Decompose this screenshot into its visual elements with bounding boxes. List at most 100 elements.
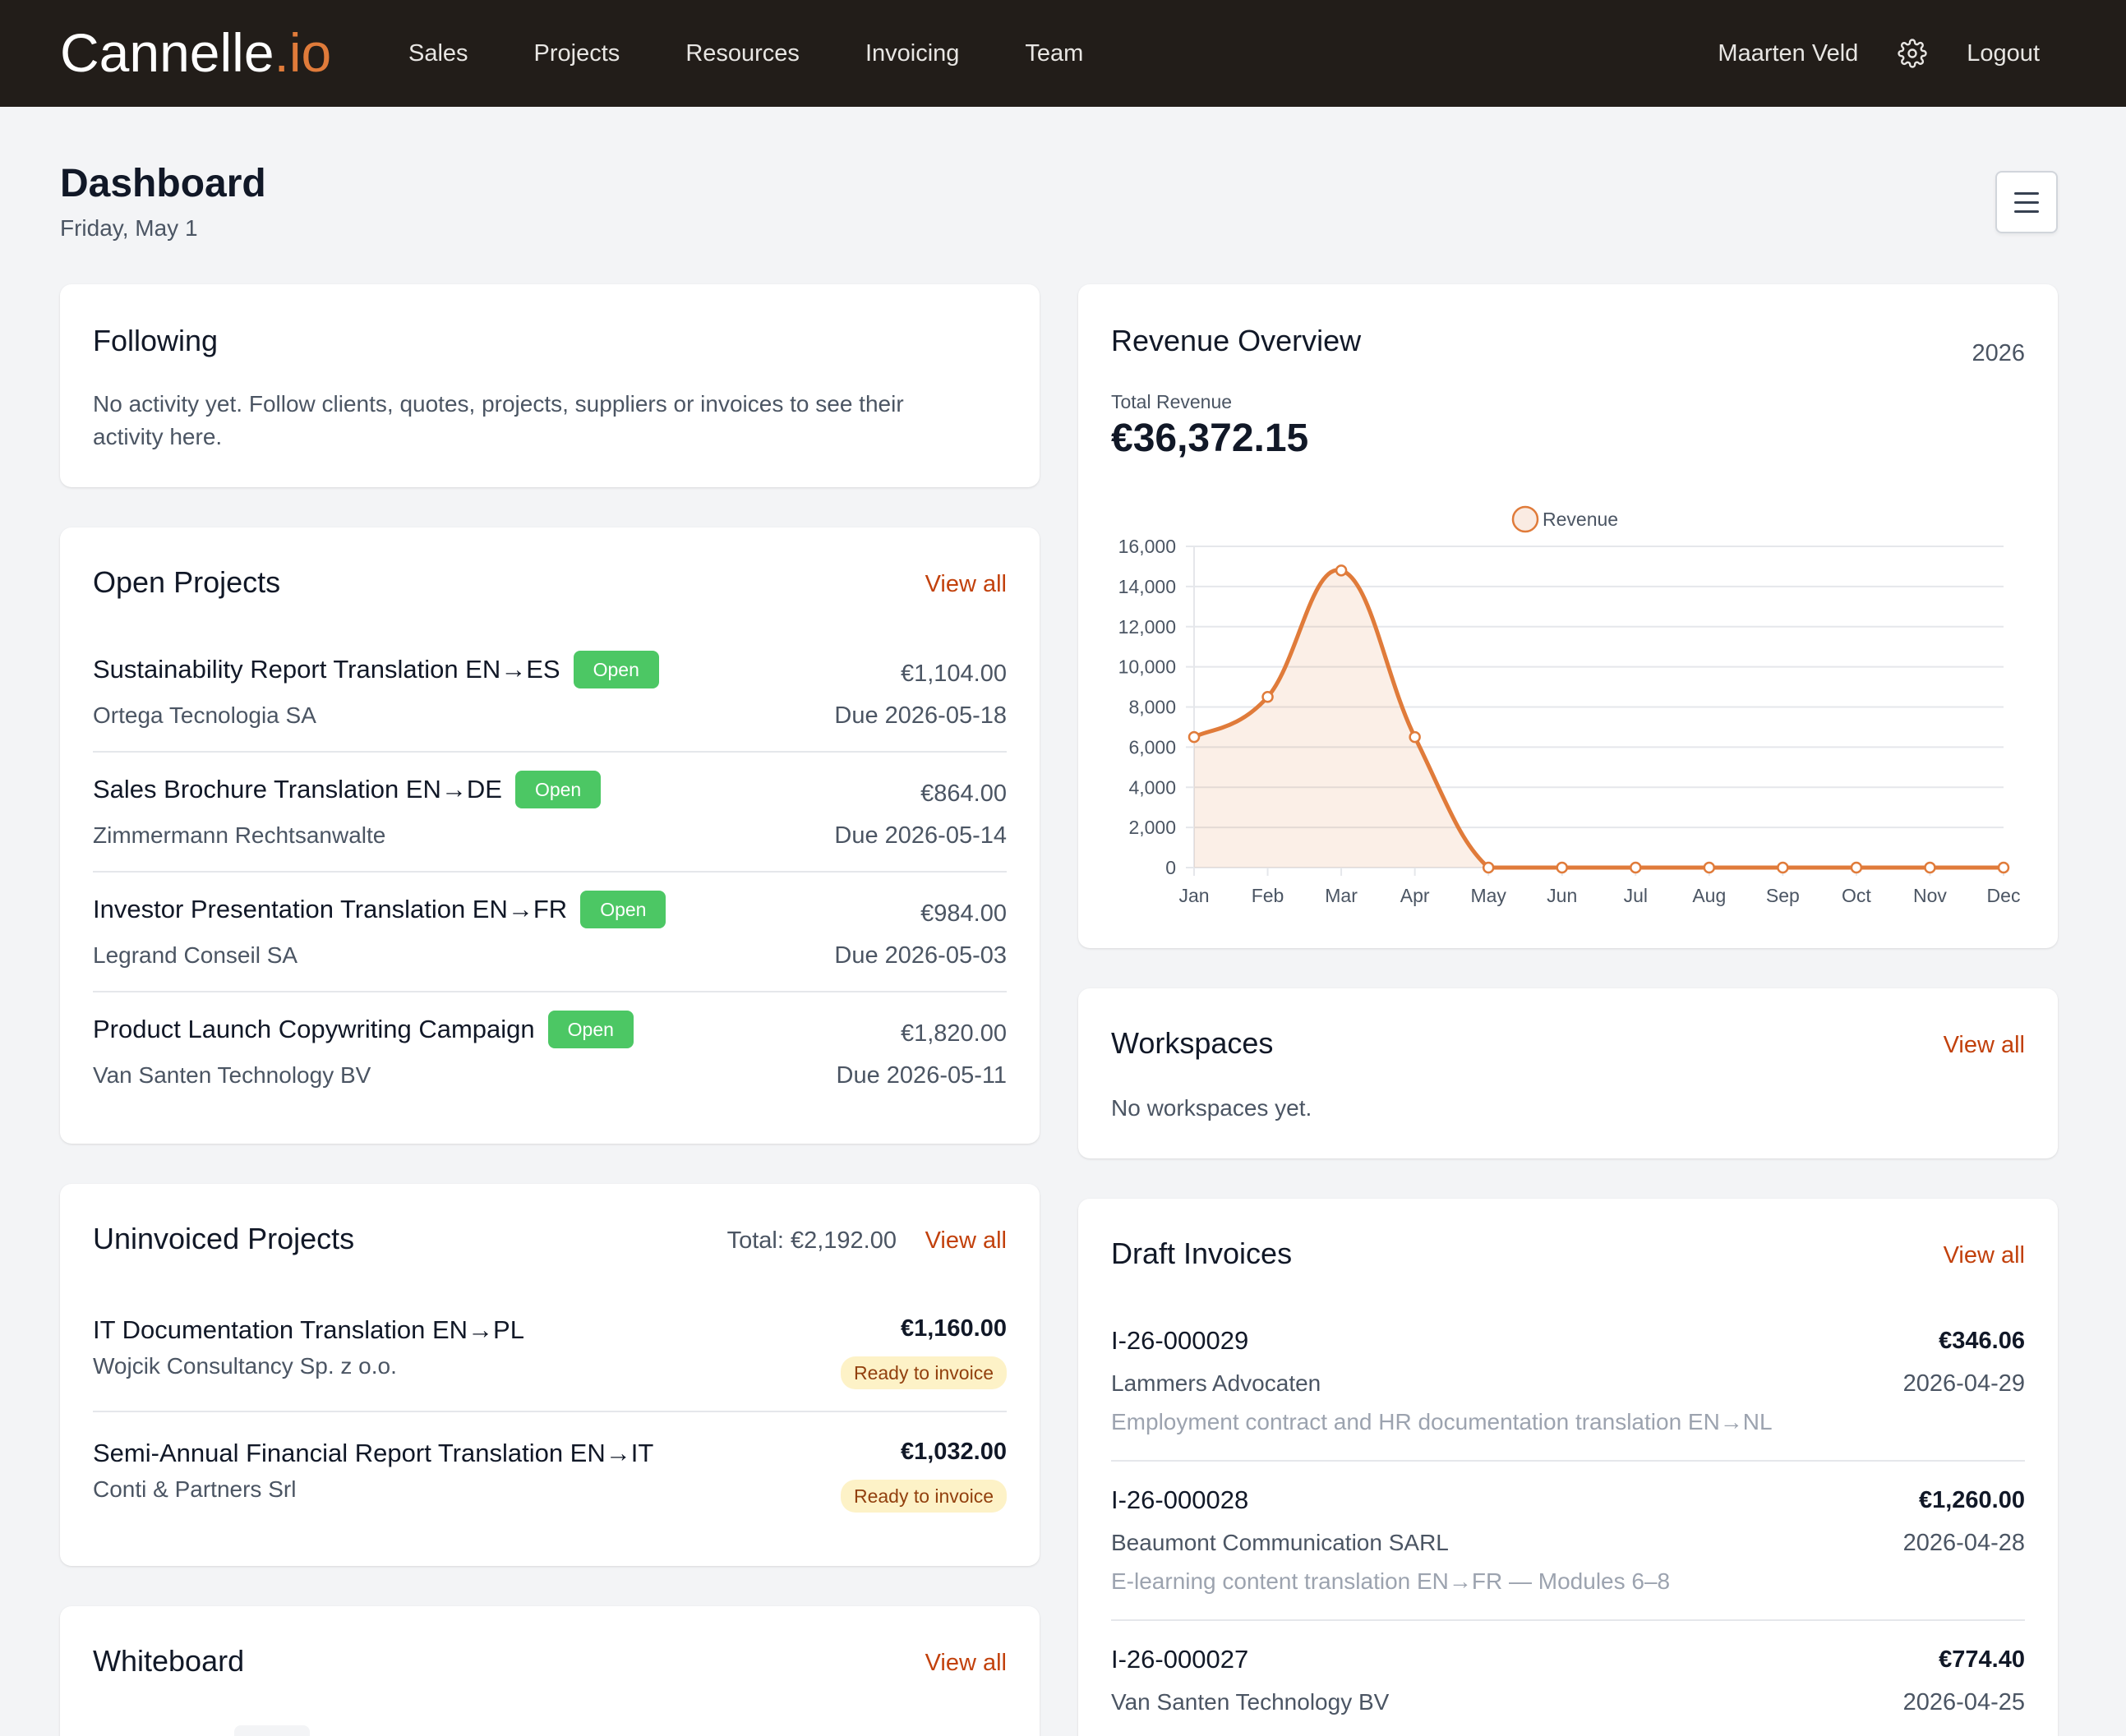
invoice-number[interactable]: I-26-000029 <box>1111 1326 1248 1356</box>
total-revenue-label: Total Revenue <box>1111 391 1233 412</box>
project-row-title[interactable]: Product Launch Copywriting Campaign Open <box>93 1011 634 1048</box>
open-projects-view-all[interactable]: View all <box>925 571 1007 598</box>
hamburger-icon-line <box>2014 210 2039 213</box>
x-tick-label: Feb <box>1252 885 1284 906</box>
drafts-view-all[interactable]: View all <box>1944 1242 2025 1269</box>
y-tick-label: 14,000 <box>1118 576 1176 597</box>
invoice-date: 2026-04-29 <box>1902 1370 2025 1397</box>
drafts-title: Draft Invoices <box>1111 1236 1293 1270</box>
invoice-amount: €774.40 <box>1939 1646 2025 1673</box>
project-client: Zimmermann Rechtsanwalte <box>93 822 386 848</box>
uninvoiced-amount: €1,160.00 <box>900 1315 1007 1342</box>
divider <box>93 1411 1007 1412</box>
uninvoiced-client: Wojcik Consultancy Sp. z o.o. <box>93 1353 397 1379</box>
menu-button[interactable] <box>1995 171 2058 233</box>
whiteboard-title: Whiteboard <box>93 1644 245 1678</box>
revenue-point <box>1630 861 1642 874</box>
project-row-title[interactable]: Investor Presentation Translation EN→FR O… <box>93 891 666 928</box>
revenue-point <box>1924 861 1936 874</box>
status-badge: Open <box>573 651 659 688</box>
x-tick-label: Sep <box>1766 885 1800 906</box>
y-tick-label: 10,000 <box>1118 656 1176 678</box>
divider <box>1111 1460 2025 1462</box>
following-empty-text-2: activity here. <box>93 424 223 449</box>
project-client: Van Santen Technology BV <box>93 1062 371 1088</box>
nav-links: Sales Projects Resources Invoicing Team <box>408 0 1149 107</box>
whiteboard-chip[interactable] <box>234 1725 310 1736</box>
revenue-point <box>1335 564 1348 577</box>
uninvoiced-projects-card: Uninvoiced Projects Total: €2,192.00 Vie… <box>60 1184 1040 1566</box>
brand-logo[interactable]: Cannelle.io <box>60 18 331 87</box>
revenue-card: Revenue Overview 2026 Total Revenue €36,… <box>1078 284 2058 948</box>
top-navbar: Cannelle.io Sales Projects Resources Inv… <box>0 0 2126 107</box>
invoice-number[interactable]: I-26-000028 <box>1111 1485 1248 1515</box>
project-client: Legrand Conseil SA <box>93 942 298 968</box>
invoice-date: 2026-04-25 <box>1902 1689 2025 1715</box>
following-empty-text: No activity yet. Follow clients, quotes,… <box>93 391 904 417</box>
project-amount: €864.00 <box>920 781 1007 807</box>
page-date: Friday, May 1 <box>60 215 198 241</box>
revenue-title: Revenue Overview <box>1111 324 1362 357</box>
nav-link-resources[interactable]: Resources <box>685 40 800 67</box>
x-tick-label: Jul <box>1624 885 1648 906</box>
y-tick-label: 12,000 <box>1118 616 1176 638</box>
status-badge: Open <box>547 1011 634 1048</box>
uninvoiced-row-title[interactable]: Semi-Annual Financial Report Translation… <box>93 1439 653 1468</box>
open-projects-title: Open Projects <box>93 565 281 599</box>
brand-dot: .io <box>274 22 332 83</box>
x-tick-label: Jan <box>1178 885 1209 906</box>
invoice-date: 2026-04-28 <box>1902 1530 2025 1556</box>
project-amount: €984.00 <box>920 900 1007 927</box>
x-tick-label: Nov <box>1913 885 1947 906</box>
y-tick-label: 16,000 <box>1118 536 1176 557</box>
revenue-point <box>1261 691 1274 703</box>
uninvoiced-view-all[interactable]: View all <box>925 1227 1007 1255</box>
x-tick-label: Dec <box>1987 885 2021 906</box>
total-revenue-value: €36,372.15 <box>1111 417 1309 460</box>
project-row-title[interactable]: Sustainability Report Translation EN→ES O… <box>93 651 659 688</box>
uninvoiced-title: Uninvoiced Projects <box>93 1222 355 1255</box>
y-tick-label: 0 <box>1165 857 1176 878</box>
x-tick-label: Jun <box>1547 885 1577 906</box>
logout-link[interactable]: Logout <box>1967 40 2040 67</box>
legend-swatch <box>1511 505 1539 533</box>
revenue-point <box>1482 861 1495 874</box>
project-row-title[interactable]: Sales Brochure Translation EN→DE Open <box>93 771 602 808</box>
y-tick-label: 8,000 <box>1128 697 1176 718</box>
project-amount: €1,104.00 <box>900 661 1007 687</box>
revenue-point <box>1777 861 1789 874</box>
nav-right: Maarten Veld Logout <box>1718 0 2040 107</box>
open-projects-card: Open Projects View all Sustainability Re… <box>60 527 1040 1144</box>
divider <box>1111 1619 2025 1621</box>
uninvoiced-total: Total: €2,192.00 <box>726 1227 897 1254</box>
uninvoiced-row-title[interactable]: IT Documentation Translation EN→PL <box>93 1315 524 1345</box>
project-name: Product Launch Copywriting Campaign <box>93 1015 535 1043</box>
following-title: Following <box>93 324 219 357</box>
workspaces-view-all[interactable]: View all <box>1944 1032 2025 1059</box>
brand-main: Cannelle <box>60 22 274 83</box>
draft-invoices-card: Draft Invoices View all I-26-000029 €346… <box>1078 1199 2058 1736</box>
invoice-number[interactable]: I-26-000027 <box>1111 1645 1248 1674</box>
divider <box>93 751 1007 753</box>
revenue-point <box>1703 861 1716 874</box>
project-due: Due 2026-05-11 <box>836 1062 1007 1089</box>
invoice-amount: €346.06 <box>1939 1328 2025 1354</box>
y-tick-label: 6,000 <box>1128 736 1176 757</box>
gear-icon[interactable] <box>1898 39 1927 68</box>
hamburger-icon-line <box>2014 191 2039 195</box>
user-name[interactable]: Maarten Veld <box>1718 40 1858 67</box>
nav-link-projects[interactable]: Projects <box>534 40 620 67</box>
project-due: Due 2026-05-03 <box>834 942 1007 969</box>
invoice-client: Beaumont Communication SARL <box>1111 1530 1449 1555</box>
project-client: Ortega Tecnologia SA <box>93 702 316 728</box>
invoice-description: Employment contract and HR documentation… <box>1111 1409 1773 1434</box>
nav-link-sales[interactable]: Sales <box>408 40 468 67</box>
whiteboard-view-all[interactable]: View all <box>925 1650 1007 1677</box>
uninvoiced-client: Conti & Partners Srl <box>93 1476 297 1502</box>
project-due: Due 2026-05-14 <box>834 822 1007 849</box>
nav-link-invoicing[interactable]: Invoicing <box>865 40 959 67</box>
revenue-point <box>1997 861 2010 874</box>
workspaces-empty: No workspaces yet. <box>1111 1095 1312 1121</box>
nav-link-team[interactable]: Team <box>1025 40 1083 67</box>
revenue-year[interactable]: 2026 <box>1972 340 2025 367</box>
